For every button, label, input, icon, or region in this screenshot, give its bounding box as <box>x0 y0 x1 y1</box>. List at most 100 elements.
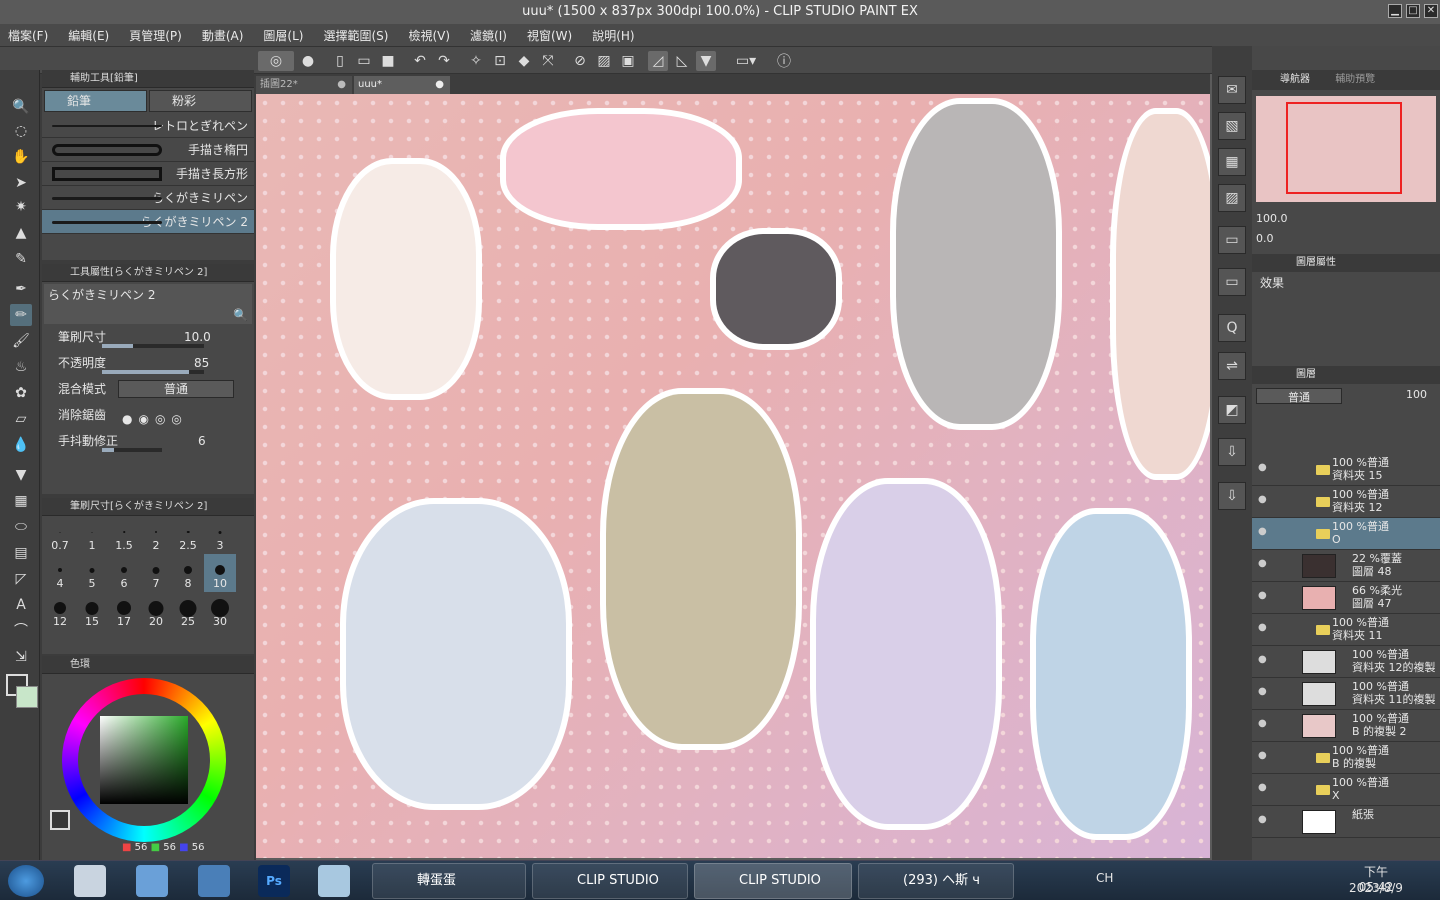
dock-pattern-icon[interactable]: ▦ <box>1218 148 1246 176</box>
task-clip-studio[interactable]: CLIP STUDIO <box>532 863 688 899</box>
layer-row[interactable]: ● 100 %普通 資料夾 15 <box>1252 454 1440 486</box>
brush-size-cell[interactable]: 4 <box>44 554 76 592</box>
menu-view[interactable]: 檢視(V) <box>408 27 450 44</box>
invert-icon[interactable]: ▨ <box>594 51 614 71</box>
brush-size-cell[interactable]: 5 <box>76 554 108 592</box>
shape-icon[interactable]: ⬭ <box>10 516 32 538</box>
subtool-tab-pastel[interactable]: 粉彩 <box>149 90 252 112</box>
subtool-tab-pencil[interactable]: 鉛筆 <box>44 90 147 112</box>
menu-filter[interactable]: 濾鏡(I) <box>470 27 507 44</box>
visibility-eye-icon[interactable]: ● <box>1258 686 1270 698</box>
dock-item-icon[interactable]: ◩ <box>1218 396 1246 424</box>
color-wheel-tab[interactable]: 色環 <box>42 656 254 674</box>
menu-animation[interactable]: 動畫(A) <box>202 27 244 44</box>
visibility-eye-icon[interactable]: ● <box>1258 558 1270 570</box>
layer-row[interactable]: ● 100 %普通 資料夾 12 <box>1252 486 1440 518</box>
eyedropper-icon[interactable]: ✎ <box>10 248 32 270</box>
brush-size-cell[interactable]: 25 <box>172 592 204 630</box>
opacity-slider[interactable] <box>102 370 204 374</box>
stabilization-value[interactable]: 6 <box>198 430 206 452</box>
blend-mode-row[interactable]: 混合模式 普通 <box>42 378 254 404</box>
dock-material-icon[interactable]: ▧ <box>1218 112 1246 140</box>
brush-size-cell[interactable]: 10 <box>204 554 236 592</box>
brush-size-cell[interactable]: 12 <box>44 592 76 630</box>
brush-size-cell[interactable]: 8 <box>172 554 204 592</box>
close-icon[interactable]: ● <box>337 76 346 94</box>
navigator-zoom[interactable]: 100.0 <box>1256 212 1288 225</box>
brush-size-cell[interactable]: 7 <box>140 554 172 592</box>
layer-row[interactable]: ● 22 %覆蓋 圖層 48 <box>1252 550 1440 582</box>
decoration-icon[interactable]: ✿ <box>10 382 32 404</box>
navigator-rotate[interactable]: 0.0 <box>1256 232 1274 245</box>
menu-file[interactable]: 檔案(F) <box>8 27 48 44</box>
brush-size-cell[interactable]: 2.5 <box>172 516 204 554</box>
opacity-row[interactable]: 不透明度 85 <box>42 352 254 378</box>
brush-size-cell[interactable]: 0.7 <box>44 516 76 554</box>
brush-size-slider[interactable] <box>102 344 204 348</box>
text-icon[interactable]: A <box>10 594 32 616</box>
close-button[interactable]: ✕ <box>1424 4 1438 18</box>
layers-tab[interactable]: 圖層 <box>1252 366 1440 384</box>
pen-icon[interactable]: ✒ <box>10 278 32 300</box>
clip-studio-icon[interactable]: ◎ <box>258 51 294 71</box>
redo-icon[interactable]: ↷ <box>434 51 454 71</box>
dock-image-icon[interactable]: ▨ <box>1218 184 1246 212</box>
visibility-eye-icon[interactable]: ● <box>1258 718 1270 730</box>
brush-size-row[interactable]: 筆刷尺寸 10.0 <box>42 326 254 352</box>
deselect-icon[interactable]: ⊘ <box>570 51 590 71</box>
layer-row[interactable]: ● 100 %普通 資料夾 11 <box>1252 614 1440 646</box>
frame-icon[interactable]: ▤ <box>10 542 32 564</box>
lasso-icon[interactable]: ◌ <box>10 120 32 142</box>
input-language[interactable]: CH <box>1096 871 1113 885</box>
open-file-icon[interactable]: ▭ <box>354 51 374 71</box>
photoshop-icon[interactable]: Ps <box>258 865 290 897</box>
save-icon[interactable]: ■ <box>378 51 398 71</box>
move-icon[interactable]: ➤ <box>10 172 32 194</box>
menu-window[interactable]: 視窗(W) <box>527 27 572 44</box>
brush-icon[interactable]: 🖌 <box>10 330 32 352</box>
minimize-button[interactable]: ▁ <box>1388 4 1402 18</box>
color-set-icon[interactable]: ● <box>298 51 318 71</box>
visibility-eye-icon[interactable]: ● <box>1258 654 1270 666</box>
dock-download2-icon[interactable]: ⇩ <box>1218 482 1246 510</box>
sub-color-swatch[interactable] <box>16 686 38 708</box>
doc-tab-active[interactable]: uuu* ● <box>354 76 450 94</box>
info-icon[interactable]: ⓘ <box>774 51 794 71</box>
menu-selection[interactable]: 選擇範圍(S) <box>323 27 388 44</box>
layer-row[interactable]: ● 66 %柔光 圖層 47 <box>1252 582 1440 614</box>
menu-edit[interactable]: 編輯(E) <box>68 27 109 44</box>
brush-size-cell[interactable]: 1.5 <box>108 516 140 554</box>
gradient-icon[interactable]: ▦ <box>10 490 32 512</box>
doc-tab[interactable]: 插圖22* ● <box>256 76 352 94</box>
selection-border-icon[interactable]: ▣ <box>618 51 638 71</box>
zoom-value[interactable]: 100.0 <box>1256 212 1288 225</box>
layer-row[interactable]: ● 100 %普通 B 的複製 2 <box>1252 710 1440 742</box>
brush-size-cell[interactable]: 20 <box>140 592 172 630</box>
magic-wand-icon[interactable]: ✷ <box>10 196 32 218</box>
new-file-icon[interactable]: ▯ <box>330 51 350 71</box>
sub-view-tab[interactable]: 輔助預覽 <box>1335 74 1375 85</box>
transform-icon[interactable]: ⊡ <box>490 51 510 71</box>
brush-size-cell[interactable]: 15 <box>76 592 108 630</box>
layer-opacity-value[interactable]: 100 <box>1406 388 1427 401</box>
brush-item[interactable]: らくがきミリペン <box>42 186 254 210</box>
eraser-cap-icon[interactable]: ▲ <box>10 222 32 244</box>
visibility-eye-icon[interactable]: ● <box>1258 526 1270 538</box>
navigator-tab[interactable]: 導航器 <box>1280 74 1310 85</box>
dock-search-icon[interactable]: Q <box>1218 314 1246 342</box>
visibility-eye-icon[interactable]: ● <box>1258 750 1270 762</box>
brush-size-cell[interactable]: 17 <box>108 592 140 630</box>
computer-icon[interactable] <box>136 865 168 897</box>
pencil-icon[interactable]: ✏ <box>10 304 32 326</box>
blend-mode-select[interactable]: 普通 <box>118 380 234 398</box>
visibility-eye-icon[interactable]: ● <box>1258 462 1270 474</box>
brush-size-cell[interactable]: 30 <box>204 592 236 630</box>
antialias-row[interactable]: 消除鋸齒 ●◉◎◎ <box>42 404 254 430</box>
dock-navigator-icon[interactable]: ✉ <box>1218 76 1246 104</box>
visibility-eye-icon[interactable]: ● <box>1258 622 1270 634</box>
visibility-eye-icon[interactable]: ● <box>1258 494 1270 506</box>
antialias-options-icon[interactable]: ●◉◎◎ <box>122 408 188 430</box>
brush-size-cell[interactable]: 2 <box>140 516 172 554</box>
scale-icon[interactable]: ⤧ <box>538 51 558 71</box>
correct-line-icon[interactable]: ⇲ <box>10 646 32 668</box>
